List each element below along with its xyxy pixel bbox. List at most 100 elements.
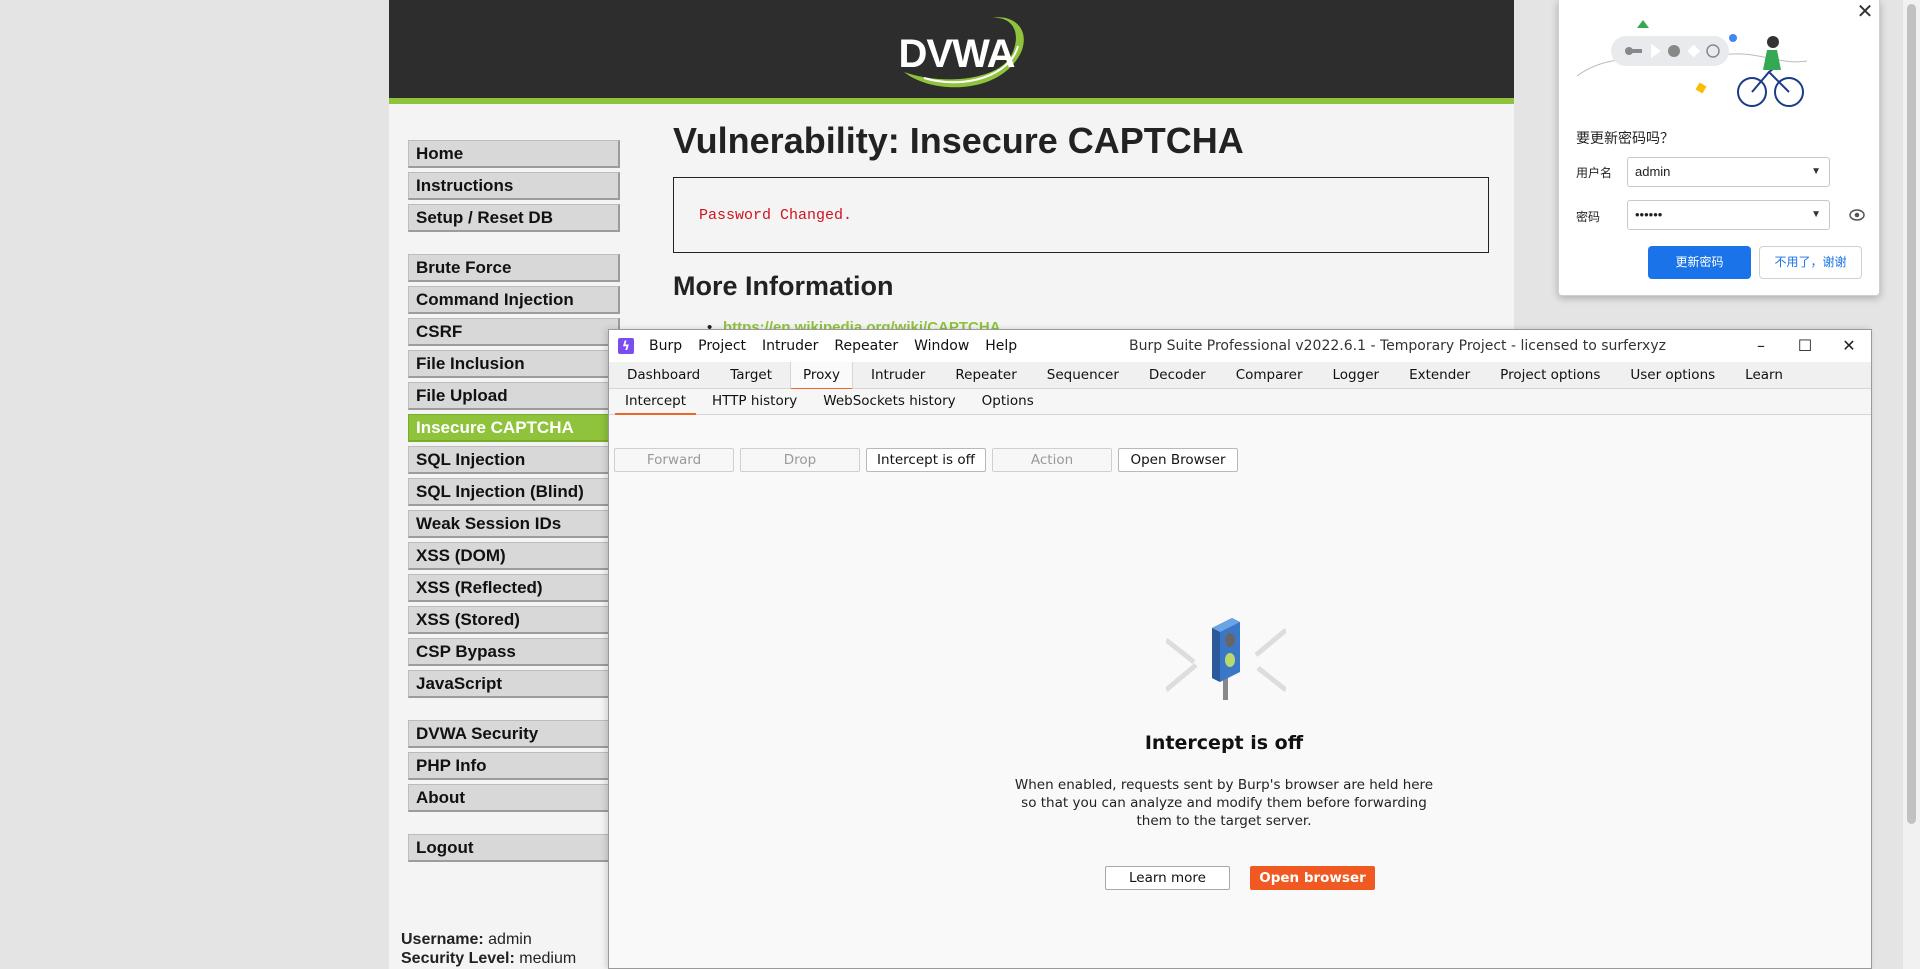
username-select[interactable]: admin ▼: [1627, 157, 1830, 187]
drop-button[interactable]: Drop: [740, 448, 860, 472]
tab-comparer[interactable]: Comparer: [1224, 362, 1315, 388]
intercept-status-title: Intercept is off: [1144, 732, 1304, 754]
menu-intruder[interactable]: Intruder: [762, 330, 818, 362]
chevron-down-icon: ▼: [1811, 209, 1821, 220]
password-select[interactable]: •••••• ▼: [1627, 200, 1830, 230]
page-scroll-thumb[interactable]: [1907, 4, 1916, 824]
tab-extender[interactable]: Extender: [1397, 362, 1482, 388]
tab-decoder[interactable]: Decoder: [1137, 362, 1218, 388]
chevron-down-icon: ▼: [1811, 166, 1821, 177]
intercept-toggle-button[interactable]: Intercept is off: [866, 448, 986, 472]
tab-sequencer[interactable]: Sequencer: [1035, 362, 1131, 388]
update-password-popup: ✕ 要更新密码吗？ 用户名 admin ▼ 密码 •••••• ▼ 更新密码 不…: [1558, 0, 1880, 296]
tab-dashboard[interactable]: Dashboard: [615, 362, 712, 388]
show-password-eye-icon[interactable]: [1849, 208, 1865, 221]
menu-item-brute-force[interactable]: Brute Force: [408, 254, 620, 282]
username-select-value: admin: [1635, 164, 1671, 179]
dvwa-logo-text: DVWA: [898, 32, 1016, 76]
menu-item-home[interactable]: Home: [408, 140, 620, 168]
menu-item-csp-bypass[interactable]: CSP Bypass: [408, 638, 620, 666]
result-message-box: Password Changed.: [673, 177, 1489, 253]
action-button[interactable]: Action: [992, 448, 1112, 472]
dvwa-header: DVWA: [389, 0, 1514, 104]
menu-item-sql-injection[interactable]: SQL Injection: [408, 446, 620, 474]
tab-user-options[interactable]: User options: [1618, 362, 1727, 388]
password-field-label: 密码: [1576, 210, 1601, 224]
security-level-label: Security Level:: [401, 950, 515, 967]
burp-titlebar: ϟ Burp Project Intruder Repeater Window Help …: [609, 330, 1871, 362]
tab-proxy[interactable]: Proxy: [790, 362, 853, 390]
subtab-options[interactable]: Options: [972, 389, 1044, 414]
menu-repeater[interactable]: Repeater: [834, 330, 898, 362]
close-icon[interactable]: ✕: [1827, 330, 1871, 362]
menu-item-file-inclusion[interactable]: File Inclusion: [408, 350, 620, 378]
menu-item-weak-session-ids[interactable]: Weak Session IDs: [408, 510, 620, 538]
menu-item-command-injection[interactable]: Command Injection: [408, 286, 620, 314]
close-icon[interactable]: ✕: [1856, 1, 1874, 21]
menu-project[interactable]: Project: [698, 330, 746, 362]
page-scrollbar[interactable]: [1903, 0, 1920, 969]
intercept-description-line: them to the target server.: [1136, 813, 1312, 829]
menu-item-xss-reflected[interactable]: XSS (Reflected): [408, 574, 620, 602]
intercept-description: When enabled, requests sent by Burp's br…: [1009, 776, 1439, 830]
update-password-question: 要更新密码吗？: [1576, 131, 1674, 147]
security-level-value: medium: [519, 950, 577, 967]
subtab-websockets-history[interactable]: WebSockets history: [813, 389, 965, 414]
intercept-description-line: When enabled, requests sent by Burp's br…: [1014, 777, 1434, 793]
tab-logger[interactable]: Logger: [1321, 362, 1392, 388]
menu-group: Home Instructions Setup / Reset DB: [408, 140, 620, 232]
tab-project-options[interactable]: Project options: [1488, 362, 1612, 388]
burp-menubar: Burp Project Intruder Repeater Window Help: [649, 330, 1033, 362]
traffic-light-icon: [1164, 610, 1288, 710]
menu-item-dvwa-security[interactable]: DVWA Security: [408, 720, 620, 748]
user-info: Username: admin Security Level: medium: [401, 930, 576, 968]
page-title: Vulnerability: Insecure CAPTCHA: [673, 120, 1244, 161]
menu-item-logout[interactable]: Logout: [408, 834, 620, 862]
menu-help[interactable]: Help: [985, 330, 1017, 362]
password-select-value: ••••••: [1635, 207, 1663, 222]
burp-proxy-subtabs: Intercept HTTP history WebSockets history O…: [609, 389, 1871, 415]
subtab-http-history[interactable]: HTTP history: [702, 389, 807, 414]
menu-item-setup-reset-db[interactable]: Setup / Reset DB: [408, 204, 620, 232]
menu-item-about[interactable]: About: [408, 784, 620, 812]
tab-learn[interactable]: Learn: [1733, 362, 1795, 388]
minimize-icon[interactable]: –: [1739, 330, 1783, 362]
open-browser-button[interactable]: Open browser: [1250, 866, 1375, 890]
intercept-description-line: so that you can analyze and modify them …: [1021, 795, 1427, 811]
maximize-icon[interactable]: ☐: [1783, 330, 1827, 362]
menu-item-sql-injection-blind[interactable]: SQL Injection (Blind): [408, 478, 620, 506]
dvwa-side-menu: Home Instructions Setup / Reset DB Brute Fo…: [408, 140, 620, 884]
menu-item-instructions[interactable]: Instructions: [408, 172, 620, 200]
password-illustration: [1576, 6, 1837, 116]
username-field-label: 用户名: [1576, 166, 1613, 180]
tab-intruder[interactable]: Intruder: [859, 362, 937, 388]
burp-lightning-icon: ϟ: [618, 338, 634, 354]
menu-item-php-info[interactable]: PHP Info: [408, 752, 620, 780]
learn-more-button[interactable]: Learn more: [1105, 866, 1230, 890]
burp-main-tabs: Dashboard Target Proxy Intruder Repeater Sequ…: [609, 362, 1871, 390]
menu-item-xss-stored[interactable]: XSS (Stored): [408, 606, 620, 634]
menu-group: Logout: [408, 834, 620, 862]
menu-item-javascript[interactable]: JavaScript: [408, 670, 620, 698]
menu-group: DVWA Security PHP Info About: [408, 720, 620, 812]
result-message: Password Changed.: [699, 207, 853, 224]
open-browser-toolbar-button[interactable]: Open Browser: [1118, 448, 1238, 472]
menu-item-xss-dom[interactable]: XSS (DOM): [408, 542, 620, 570]
subtab-intercept[interactable]: Intercept: [615, 389, 696, 415]
no-thanks-button[interactable]: 不用了，谢谢: [1759, 246, 1862, 279]
menu-burp[interactable]: Burp: [649, 330, 682, 362]
username-value: admin: [488, 931, 532, 948]
burp-suite-window: ϟ Burp Project Intruder Repeater Window Help …: [608, 329, 1872, 969]
tab-repeater[interactable]: Repeater: [943, 362, 1028, 388]
menu-item-insecure-captcha[interactable]: Insecure CAPTCHA: [408, 414, 620, 442]
menu-group: Brute Force Command Injection CSRF File Inc…: [408, 254, 620, 698]
username-label: Username:: [401, 931, 484, 948]
menu-window[interactable]: Window: [914, 330, 969, 362]
update-password-button[interactable]: 更新密码: [1648, 246, 1751, 279]
tab-target[interactable]: Target: [718, 362, 784, 388]
more-information-heading: More Information: [673, 271, 894, 301]
forward-button[interactable]: Forward: [614, 448, 734, 472]
menu-item-file-upload[interactable]: File Upload: [408, 382, 620, 410]
dvwa-logo: DVWA: [884, 10, 1029, 92]
menu-item-csrf[interactable]: CSRF: [408, 318, 620, 346]
